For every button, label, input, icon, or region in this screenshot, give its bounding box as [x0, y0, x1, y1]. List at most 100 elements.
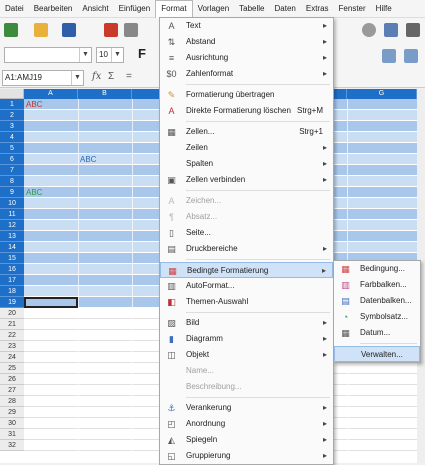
menu-einfügen[interactable]: Einfügen: [114, 0, 156, 18]
row-header[interactable]: 6: [0, 154, 24, 165]
menu-item-label: Text: [186, 21, 201, 30]
menu-item-zahlenformat[interactable]: $0 Zahlenformat ▸: [160, 66, 333, 82]
row-header[interactable]: 20: [0, 308, 24, 319]
menu-item-zeilen[interactable]: Zeilen ▸: [160, 140, 333, 156]
open-icon[interactable]: [34, 23, 48, 37]
menu-item-symbolsatz[interactable]: ◔ Symbolsatz...: [334, 309, 420, 325]
name-box[interactable]: A1:AMJ19 ▼: [2, 70, 84, 86]
row-header[interactable]: 2: [0, 110, 24, 121]
formula-icon[interactable]: =: [126, 71, 132, 82]
row-header[interactable]: 27: [0, 385, 24, 396]
cell-b6[interactable]: ABC: [80, 154, 96, 165]
row-header[interactable]: 28: [0, 396, 24, 407]
menu-item-spiegeln[interactable]: ◭ Spiegeln ▸: [160, 432, 333, 448]
row-header[interactable]: 32: [0, 440, 24, 451]
row-header[interactable]: 19: [0, 297, 24, 308]
chevron-down-icon[interactable]: ▼: [79, 48, 91, 62]
menu-item-autoformat[interactable]: ▥ AutoFormat...: [160, 278, 333, 294]
menu-item-druckbereiche[interactable]: ▤ Druckbereiche ▸: [160, 241, 333, 257]
menu-item-direkte-formatierung-löschen[interactable]: A Direkte Formatierung löschen Strg+M: [160, 103, 333, 119]
menu-item-zellen[interactable]: ▦ Zellen... Strg+1: [160, 124, 333, 140]
menu-item-objekt[interactable]: ◫ Objekt ▸: [160, 347, 333, 363]
row-header[interactable]: 23: [0, 341, 24, 352]
row-header[interactable]: 31: [0, 429, 24, 440]
menu-item-seite[interactable]: ▯ Seite...: [160, 225, 333, 241]
menu-item-gruppierung[interactable]: ◱ Gruppierung ▸: [160, 448, 333, 464]
row-header[interactable]: 3: [0, 121, 24, 132]
menu-item-formatierung-übertragen[interactable]: ✎ Formatierung übertragen: [160, 87, 333, 103]
row-header[interactable]: 14: [0, 242, 24, 253]
font-size-combo[interactable]: 10 ▼: [96, 47, 124, 63]
menu-item-diagramm[interactable]: ▮ Diagramm ▸: [160, 331, 333, 347]
cell-a9[interactable]: ABC: [26, 187, 42, 198]
menu-daten[interactable]: Daten: [270, 0, 301, 18]
row-header[interactable]: 22: [0, 330, 24, 341]
column-header-g[interactable]: G: [347, 89, 417, 99]
menu-item-bild[interactable]: ▨ Bild ▸: [160, 315, 333, 331]
row-header[interactable]: 15: [0, 253, 24, 264]
menu-item-verankerung[interactable]: ⚓ Verankerung ▸: [160, 400, 333, 416]
menu-item-abstand[interactable]: ⇅ Abstand ▸: [160, 34, 333, 50]
function-wizard-icon[interactable]: fx: [92, 71, 101, 82]
column-header-a[interactable]: A: [24, 89, 78, 99]
menu-item-verwalten[interactable]: Verwalten...: [334, 346, 420, 362]
menu-item-ausrichtung[interactable]: ≡ Ausrichtung ▸: [160, 50, 333, 66]
menu-fenster[interactable]: Fenster: [334, 0, 371, 18]
row-header[interactable]: 13: [0, 231, 24, 242]
row-header[interactable]: 10: [0, 198, 24, 209]
menu-item-datum[interactable]: ▦ Datum...: [334, 325, 420, 341]
menu-vorlagen[interactable]: Vorlagen: [193, 0, 235, 18]
menu-item-bedingung[interactable]: ▦ Bedingung...: [334, 261, 420, 277]
row-header[interactable]: 7: [0, 165, 24, 176]
menu-item-datenbalken[interactable]: ▤ Datenbalken...: [334, 293, 420, 309]
row-header[interactable]: 18: [0, 286, 24, 297]
new-icon[interactable]: [4, 23, 18, 37]
wrap-icon[interactable]: [404, 49, 418, 63]
find-icon[interactable]: [362, 23, 376, 37]
menu-item-farbbalken[interactable]: ▥ Farbbalken...: [334, 277, 420, 293]
row-header[interactable]: 4: [0, 132, 24, 143]
menu-ansicht[interactable]: Ansicht: [77, 0, 113, 18]
save-icon[interactable]: [62, 23, 76, 37]
row-header[interactable]: 17: [0, 275, 24, 286]
row-header[interactable]: 21: [0, 319, 24, 330]
chevron-down-icon[interactable]: ▼: [111, 48, 123, 62]
menu-item-spalten[interactable]: Spalten ▸: [160, 156, 333, 172]
sum-icon[interactable]: Σ: [108, 71, 114, 82]
menu-item-anordnung[interactable]: ◰ Anordnung ▸: [160, 416, 333, 432]
menu-format[interactable]: Format: [155, 0, 193, 18]
row-header[interactable]: 16: [0, 264, 24, 275]
row-header[interactable]: 12: [0, 220, 24, 231]
cell-a1[interactable]: ABC: [26, 99, 42, 110]
menu-extras[interactable]: Extras: [301, 0, 334, 18]
row-header[interactable]: 8: [0, 176, 24, 187]
column-header-b[interactable]: B: [78, 89, 132, 99]
row-header[interactable]: 29: [0, 407, 24, 418]
menu-tabelle[interactable]: Tabelle: [234, 0, 269, 18]
row-header[interactable]: 1: [0, 99, 24, 110]
menu-item-bedingte-formatierung[interactable]: ▦ Bedingte Formatierung ▸: [160, 262, 333, 278]
row-header[interactable]: 30: [0, 418, 24, 429]
font-name-combo[interactable]: ▼: [4, 47, 92, 63]
print-icon[interactable]: [124, 23, 138, 37]
bold-button[interactable]: F: [138, 46, 146, 61]
align-right-icon[interactable]: [382, 49, 396, 63]
row-header[interactable]: 9: [0, 187, 24, 198]
row-header[interactable]: 5: [0, 143, 24, 154]
menu-item-themen-auswahl[interactable]: ◧ Themen-Auswahl: [160, 294, 333, 310]
row-header[interactable]: 25: [0, 363, 24, 374]
table-icon[interactable]: [406, 23, 420, 37]
select-all-corner[interactable]: [0, 89, 24, 99]
chevron-right-icon: ▸: [322, 244, 327, 253]
row-header[interactable]: 11: [0, 209, 24, 220]
export-pdf-icon[interactable]: [104, 23, 118, 37]
menu-bearbeiten[interactable]: Bearbeiten: [29, 0, 78, 18]
spellcheck-icon[interactable]: [384, 23, 398, 37]
row-header[interactable]: 26: [0, 374, 24, 385]
chevron-down-icon[interactable]: ▼: [71, 71, 83, 85]
menu-item-text[interactable]: A Text ▸: [160, 18, 333, 34]
row-header[interactable]: 24: [0, 352, 24, 363]
menu-datei[interactable]: Datei: [0, 0, 29, 18]
menu-hilfe[interactable]: Hilfe: [371, 0, 397, 18]
menu-item-zellen-verbinden[interactable]: ▣ Zellen verbinden ▸: [160, 172, 333, 188]
